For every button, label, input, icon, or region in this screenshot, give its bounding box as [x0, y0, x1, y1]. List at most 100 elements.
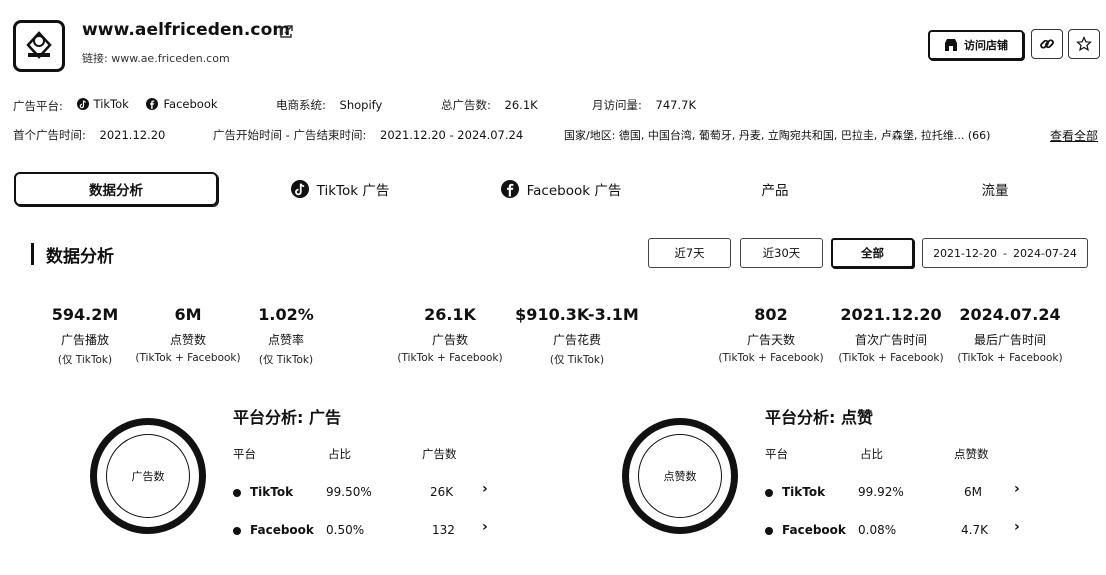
stat-last-ad-date: 2024.07.24 最后广告时间 (TikTok + Facebook) — [940, 305, 1080, 364]
stat-value: 2024.07.24 — [959, 305, 1061, 324]
stat-label: 点赞率 — [267, 333, 304, 347]
ads-row-tiktok-count: 26K — [430, 485, 454, 499]
ads-col-count: 广告数 — [422, 447, 457, 461]
external-link-icon[interactable] — [278, 24, 294, 40]
site-link-label: 链接: — [82, 52, 108, 65]
likes-row-facebook-share: 0.08% — [858, 523, 897, 537]
visit-store-label: 访问店铺 — [964, 39, 1008, 52]
section-title: 数据分析 — [46, 247, 114, 267]
stat-value: 26.1K — [424, 305, 476, 324]
monthly-visits-meta: 月访问量: 747.7K — [592, 97, 696, 113]
stat-value: 1.02% — [258, 305, 314, 324]
ecommerce-meta: 电商系统: Shopify — [276, 97, 382, 113]
copy-link-button[interactable] — [1031, 29, 1063, 59]
platform-tiktok-label: TikTok — [93, 97, 129, 111]
favorite-button[interactable] — [1068, 29, 1100, 59]
date-separator: - — [1003, 246, 1007, 260]
total-ads-label: 总广告数: — [441, 98, 491, 112]
regions-value: 德国, 中国台湾, 葡萄牙, 丹麦, 立陶宛共和国, 巴拉圭, 卢森堡, 拉托维… — [618, 129, 991, 142]
ads-row-facebook-count: 132 — [432, 523, 455, 537]
likes-row-tiktok-share: 99.92% — [858, 485, 904, 499]
likes-row-facebook-platform: Facebook — [765, 523, 846, 537]
legend-dot — [233, 488, 241, 497]
tab-products-label: 产品 — [761, 183, 789, 199]
facebook-icon — [500, 180, 519, 198]
stat-label: 最后广告时间 — [973, 333, 1046, 347]
first-ad-meta: 首个广告时间: 2021.12.20 — [13, 127, 165, 143]
date-start: 2021-12-20 — [933, 246, 997, 260]
chevron-right-icon[interactable]: › — [1014, 481, 1020, 497]
date-range-picker[interactable]: 2021-12-20 - 2024-07-24 — [922, 238, 1088, 268]
likes-col-platform: 平台 — [765, 447, 788, 461]
chevron-right-icon[interactable]: › — [482, 481, 488, 497]
stat-sub: (TikTok + Facebook) — [957, 352, 1063, 364]
site-link[interactable]: 链接: www.ae.friceden.com — [82, 50, 230, 66]
visit-store-button[interactable]: 访问店铺 — [928, 30, 1024, 60]
tab-tiktok-ads-label: TikTok 广告 — [316, 183, 390, 199]
regions-label: 国家/地区: — [564, 129, 616, 142]
ecommerce-label: 电商系统: — [276, 98, 326, 112]
tab-products[interactable]: 产品 — [730, 172, 820, 206]
stat-sub: (仅 TikTok) — [549, 354, 605, 366]
range-7-days-button[interactable]: 近7天 — [648, 238, 731, 268]
tab-data-analysis[interactable]: 数据分析 — [14, 172, 218, 206]
tab-facebook-ads[interactable]: Facebook 广告 — [486, 172, 636, 206]
platform-facebook-label: Facebook — [163, 97, 218, 111]
platform-facebook: Facebook — [146, 97, 218, 111]
ads-donut-chart: 广告数 — [90, 418, 206, 534]
chevron-right-icon[interactable]: › — [1014, 519, 1020, 535]
likes-donut-label: 点赞数 — [663, 470, 697, 483]
stat-like-rate: 1.02% 点赞率 (仅 TikTok) — [216, 305, 356, 367]
likes-row-facebook-count: 4.7K — [961, 523, 988, 537]
link-icon — [1040, 39, 1054, 49]
platform-name: Facebook — [250, 523, 314, 537]
range-all-button[interactable]: 全部 — [831, 238, 914, 268]
tiktok-icon — [290, 180, 309, 198]
stat-label: 广告花费 — [552, 333, 601, 347]
site-link-url[interactable]: www.ae.friceden.com — [111, 52, 229, 65]
section-accent-bar — [31, 243, 34, 265]
tab-traffic-label: 流量 — [981, 183, 1009, 199]
ads-col-share: 占比 — [328, 447, 351, 461]
ads-col-platform: 平台 — [233, 447, 256, 461]
stat-ad-days: 802 广告天数 (TikTok + Facebook) — [701, 305, 841, 364]
ad-platform-label: 广告平台: — [13, 99, 63, 113]
platform-name: TikTok — [250, 485, 294, 499]
likes-donut-center: 点赞数 — [638, 434, 722, 518]
chevron-right-icon[interactable]: › — [482, 519, 488, 535]
tab-tiktok-ads[interactable]: TikTok 广告 — [270, 172, 410, 206]
stat-label: 广告天数 — [746, 333, 795, 347]
ads-row-tiktok-platform: TikTok — [233, 485, 293, 499]
ads-row-facebook-platform: Facebook — [233, 523, 314, 537]
platform-tiktok: TikTok — [76, 97, 129, 111]
platform-name: TikTok — [782, 485, 826, 499]
brand-logo-icon — [26, 31, 52, 59]
ads-donut-center: 广告数 — [106, 434, 190, 518]
stat-ad-count: 26.1K 广告数 (TikTok + Facebook) — [380, 305, 520, 364]
likes-donut-chart: 点赞数 — [622, 418, 738, 534]
stat-sub: (TikTok + Facebook) — [718, 352, 824, 364]
total-ads-value: 26.1K — [504, 98, 538, 112]
facebook-icon — [146, 98, 159, 110]
ads-row-facebook-share: 0.50% — [326, 523, 365, 537]
legend-dot — [233, 526, 241, 535]
star-icon — [1076, 36, 1092, 52]
site-logo — [13, 20, 65, 72]
monthly-visits-label: 月访问量: — [592, 98, 642, 112]
monthly-visits-value: 747.7K — [655, 98, 696, 112]
stat-label: 广告数 — [431, 333, 468, 347]
stat-value: $910.3K-3.1M — [515, 305, 639, 324]
ads-donut-label: 广告数 — [131, 470, 165, 483]
ad-platform-meta: 广告平台: TikTok Facebook — [13, 97, 232, 114]
ads-analysis-title: 平台分析: 广告 — [233, 408, 341, 427]
stat-ad-spend: $910.3K-3.1M 广告花费 (仅 TikTok) — [507, 305, 647, 367]
tab-traffic[interactable]: 流量 — [950, 172, 1040, 206]
range-30-days-button[interactable]: 近30天 — [740, 238, 823, 268]
platform-name: Facebook — [782, 523, 846, 537]
tab-data-analysis-label: 数据分析 — [89, 183, 143, 199]
ecommerce-value: Shopify — [339, 98, 383, 112]
view-all-link[interactable]: 查看全部 — [1050, 127, 1098, 144]
ad-period-value: 2021.12.20 - 2024.07.24 — [380, 128, 524, 142]
stat-value: 802 — [754, 305, 788, 324]
tiktok-icon — [76, 98, 89, 110]
